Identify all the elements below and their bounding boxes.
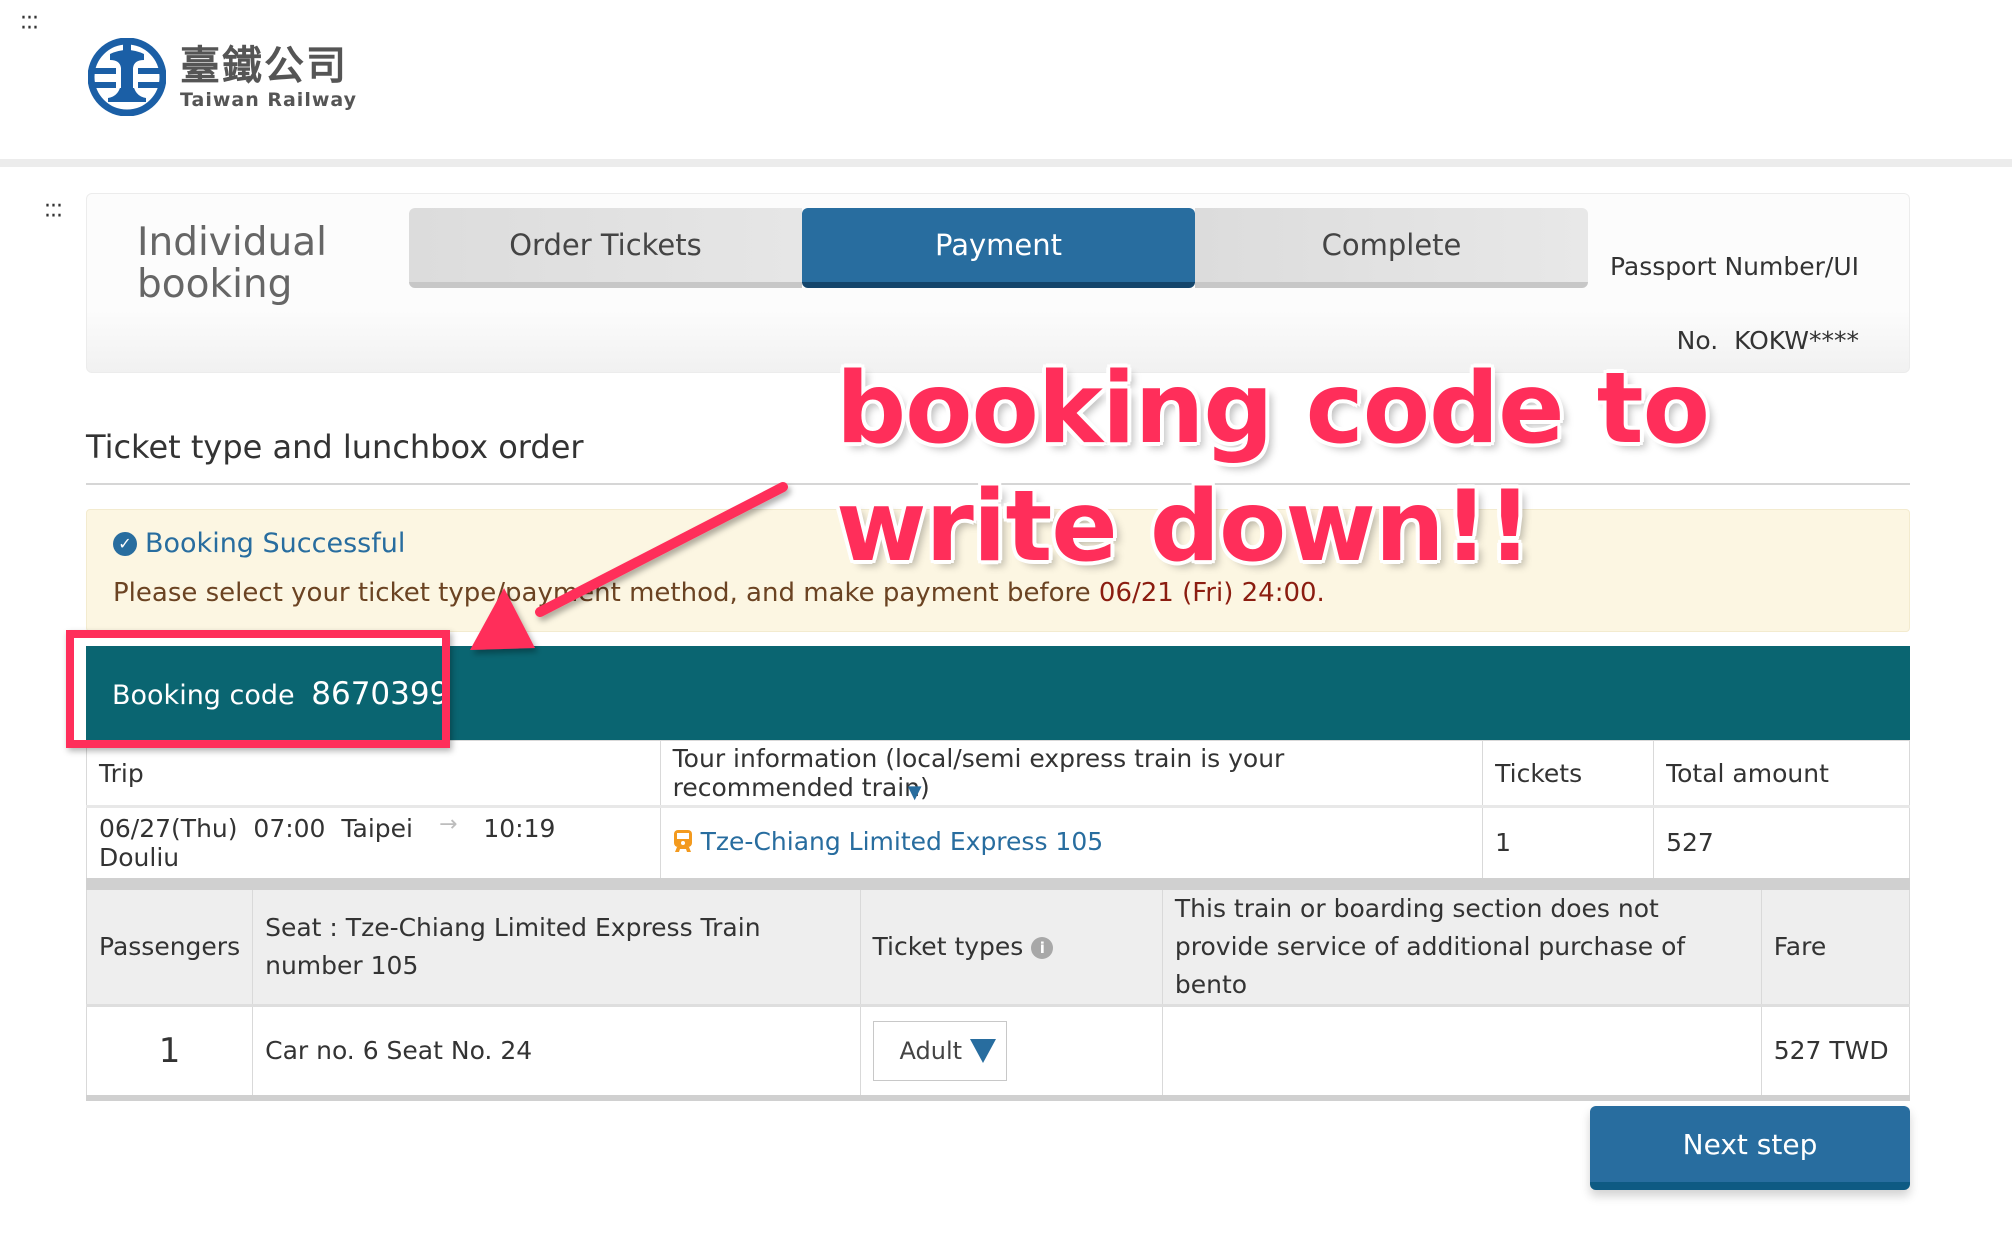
passport-label: Passport Number/UI [1609,252,1859,281]
train-cell: Tze-Chiang Limited Express 105 [659,806,1484,884]
site-header: ··· ··· 臺鐵公司 Taiwan Railway [0,0,2012,160]
drag-handle-icon[interactable]: ··· ··· [20,8,44,40]
fare-value: 527 TWD [1760,1004,1911,1101]
taiwan-railway-logo[interactable]: 臺鐵公司 Taiwan Railway [88,38,357,116]
train-icon [673,830,692,852]
passenger-table-header: Passengers Seat : Tze-Chiang Limited Exp… [85,884,1911,1006]
alert-title: ✓ Booking Successful [113,528,405,559]
arrive-time: 10:19 [483,813,556,843]
booking-step-panel: Individual booking Order Tickets Payment… [86,193,1910,373]
header-tour-information-text: Tour information (local/semi express tra… [672,744,1285,802]
progress-steps: Order Tickets Payment Complete [409,208,1588,288]
header-fare: Fare [1760,884,1911,1006]
header-total-amount: Total amount [1653,740,1910,807]
header-ticket-types-text: Ticket types [872,932,1024,961]
trip-table: Trip Tour information (local/semi expres… [86,740,1910,884]
trip-date: 06/27(Thu) [99,813,238,843]
bento-cell [1161,1004,1762,1101]
header-bento-notice: This train or boarding section does not … [1161,884,1762,1006]
step-payment: Payment [802,208,1195,288]
depart-time: 07:00 [253,813,326,843]
drag-handle-icon[interactable]: ··· ··· [44,196,68,228]
header-seat: Seat : Tze-Chiang Limited Express Train … [252,884,861,1006]
origin-station: Taipei [341,813,413,843]
seat-info: Car no. 6 Seat No. 24 [252,1004,861,1101]
ticket-type-value: Adult [899,1036,963,1065]
passenger-table: Passengers Seat : Tze-Chiang Limited Exp… [85,884,1911,1101]
annotation-highlight-box [66,630,450,748]
header-tour-information[interactable]: Tour information (local/semi express tra… [659,740,1484,807]
bento-notice-line1: This train or boarding section does not [1174,894,1659,923]
step-complete: Complete [1195,208,1588,288]
train-link[interactable]: Tze-Chiang Limited Express 105 [673,827,1103,856]
sort-down-icon[interactable]: ▼ [908,782,922,803]
bento-notice-line2: provide service of additional purchase o… [1174,932,1686,999]
trip-cell: 06/27(Thu) 07:00 Taipei → 10:19 Douliu [86,806,661,884]
destination-station: Douliu [99,842,180,872]
logo-english-text: Taiwan Railway [180,89,358,111]
table-row: 06/27(Thu) 07:00 Taipei → 10:19 Douliu T… [86,806,1910,884]
header-divider [0,159,2012,167]
section-title: Ticket type and lunchbox order [86,428,584,466]
page-title-line1: Individual [137,220,327,265]
annotation-text: booking code to write down!! [836,350,1710,586]
page-title: Individual booking [137,222,327,306]
next-step-button[interactable]: Next step [1590,1106,1910,1190]
header-ticket-types: Ticket types i [859,884,1163,1006]
ticket-type-select[interactable]: Adult [872,1020,1008,1081]
page-title-line2: booking [137,262,293,307]
header-passengers: Passengers [85,884,254,1006]
logo-chinese-text: 臺鐵公司 [180,43,348,89]
header-trip: Trip [86,740,661,807]
check-circle-icon: ✓ [113,531,137,556]
tickets-count: 1 [1482,806,1655,884]
annotation-line2: write down!! [836,470,1532,584]
ticket-type-cell: Adult [859,1004,1163,1101]
trip-table-header: Trip Tour information (local/semi expres… [86,740,1910,807]
annotation-line1: booking code to [836,352,1710,466]
alert-title-text: Booking Successful [145,528,406,559]
arrow-right-icon: → [438,811,458,837]
total-amount: 527 [1653,806,1910,884]
info-icon[interactable]: i [1031,937,1054,959]
passenger-number: 1 [85,1004,254,1101]
caret-down-icon [970,1038,997,1063]
table-row: 1 Car no. 6 Seat No. 24 Adult 527 TWD [85,1004,1911,1101]
railway-emblem-icon [88,38,166,116]
step-order-tickets: Order Tickets [409,208,802,288]
train-name: Tze-Chiang Limited Express 105 [700,826,1104,856]
header-tickets: Tickets [1482,740,1655,807]
